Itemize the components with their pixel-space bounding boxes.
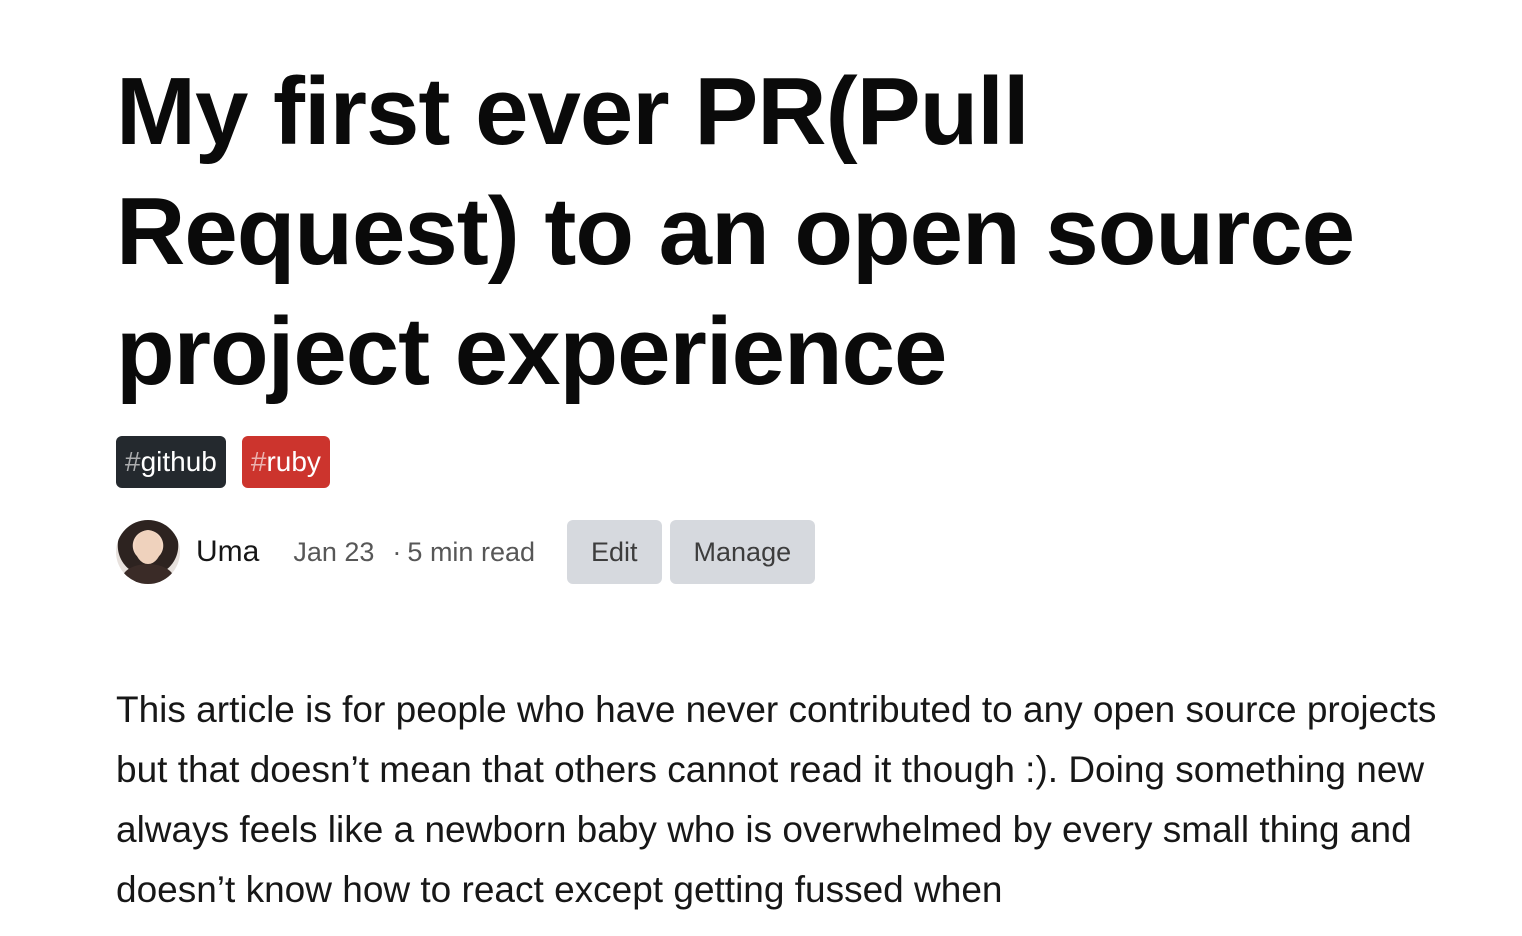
tag-hash: # xyxy=(250,446,267,477)
article-title: My first ever PR(Pull Request) to an ope… xyxy=(116,58,1355,405)
article-meta: Uma Jan 23 · 5 min read Edit Manage xyxy=(116,520,816,584)
article-body: This article is for people who have neve… xyxy=(116,689,1437,910)
publish-date: Jan 23 xyxy=(293,536,375,567)
tag-hash: # xyxy=(125,446,141,477)
meta-separator: · xyxy=(392,536,402,567)
manage-button[interactable]: Manage xyxy=(669,520,816,584)
tag-github[interactable]: # github xyxy=(116,436,226,488)
tag-label: ruby xyxy=(266,446,321,477)
avatar-face xyxy=(135,530,161,564)
read-time: 5 min read xyxy=(407,536,535,567)
tag-label: github xyxy=(140,446,217,477)
tag-list: # github # ruby xyxy=(116,436,330,488)
tag-ruby[interactable]: # ruby xyxy=(241,436,330,488)
author-name[interactable]: Uma xyxy=(196,535,259,569)
edit-button[interactable]: Edit xyxy=(567,520,662,584)
avatar-shoulders xyxy=(122,564,174,584)
author-avatar[interactable] xyxy=(116,520,180,584)
